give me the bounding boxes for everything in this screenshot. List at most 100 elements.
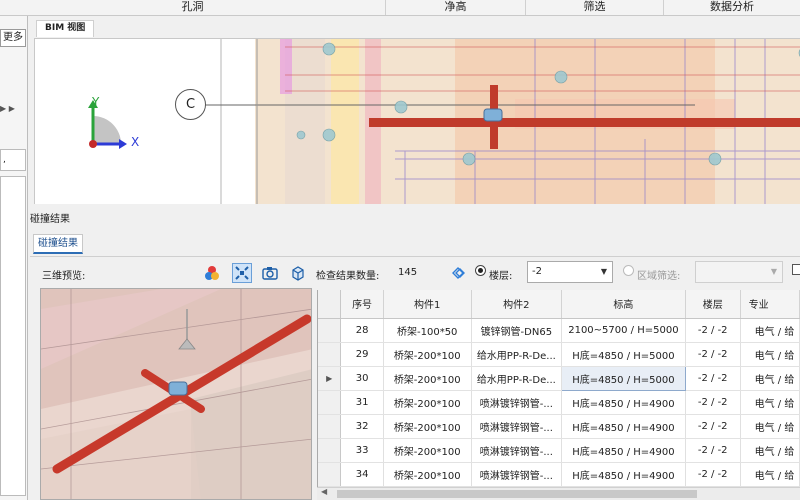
cell-discipline: 电气 / 给	[740, 366, 800, 391]
floor-select[interactable]: -2 ▼	[527, 261, 613, 283]
result-count-label: 检查结果数量:	[316, 271, 380, 282]
col-header-component2[interactable]: 构件2	[471, 290, 563, 319]
col-header-elevation[interactable]: 标高	[561, 290, 686, 319]
row-selector[interactable]	[318, 390, 342, 415]
collision-table: 序号 构件1 构件2 标高 楼层 专业 28 桥架-100*50 镀锌钢管-DN…	[317, 290, 800, 500]
horizontal-scrollbar[interactable]: ◀	[317, 487, 800, 500]
result-count-value: 145	[398, 267, 418, 278]
cell-discipline: 电气 / 给	[740, 390, 800, 415]
cell-index: 31	[340, 390, 384, 415]
tab-data-analysis[interactable]: 数据分析	[663, 0, 800, 15]
cell-component1: 桥架-200*100	[383, 342, 472, 367]
row-selector[interactable]	[318, 342, 342, 367]
isolate-view-icon[interactable]	[232, 263, 252, 283]
table-row-selected[interactable]: ▶ 30 桥架-200*100 给水用PP-R-De... H底=4850 / …	[318, 365, 800, 391]
cell-component1: 桥架-200*100	[383, 414, 472, 439]
tab-clear-height[interactable]: 净高	[385, 0, 525, 15]
color-scheme-icon[interactable]	[202, 263, 222, 283]
col-header-index[interactable]: 序号	[340, 290, 384, 319]
divider	[30, 256, 800, 257]
table-row[interactable]: 34 桥架-200*100 喷淋镀锌钢管-... H底=4850 / H=490…	[318, 462, 800, 487]
col-header-discipline[interactable]: 专业	[740, 290, 800, 319]
bim-view-tab[interactable]: BIM 视图	[36, 20, 94, 37]
table-row[interactable]: 32 桥架-200*100 喷淋镀锌钢管-... H底=4850 / H=490…	[318, 414, 800, 439]
cell-index: 33	[340, 438, 384, 463]
cell-component2: 喷淋镀锌钢管-...	[471, 390, 563, 415]
row-header-corner	[318, 290, 342, 319]
cell-floor: -2 / -2	[685, 390, 741, 415]
cell-component1: 桥架-200*100	[383, 366, 472, 391]
floor-radio[interactable]	[475, 265, 486, 276]
row-selector[interactable]	[318, 414, 342, 439]
tab-collision-results[interactable]: 碰撞结果	[33, 234, 83, 254]
cell-component2: 给水用PP-R-De...	[471, 366, 563, 391]
region-radio[interactable]	[623, 265, 634, 276]
left-side-panel: 更多 ▶ ▶ ,	[0, 16, 28, 500]
cell-component1: 桥架-200*100	[383, 390, 472, 415]
col-header-component1[interactable]: 构件1	[383, 290, 472, 319]
row-selector[interactable]	[318, 462, 342, 487]
axis-y-label: Y	[92, 95, 100, 109]
collision-toolbar: 三维预览: 检查结果数量: 145 楼层: -2 ▼ 区域筛选: ▼	[30, 260, 800, 286]
row-selector[interactable]	[318, 318, 342, 343]
cell-component1: 桥架-200*100	[383, 462, 472, 487]
cell-index: 30	[340, 366, 384, 391]
bim-view-canvas[interactable]: C Y X	[34, 38, 800, 204]
scroll-left-icon[interactable]: ◀	[321, 487, 327, 496]
row-selector[interactable]: ▶	[318, 366, 342, 391]
cell-discipline: 电气 / 给	[740, 462, 800, 487]
3d-preview[interactable]	[40, 288, 312, 500]
cell-component2: 喷淋镀锌钢管-...	[471, 462, 563, 487]
cell-index: 34	[340, 462, 384, 487]
axis-x-label: X	[131, 135, 140, 149]
double-chevron-icon[interactable]	[449, 263, 469, 283]
cube-view-icon[interactable]	[288, 263, 308, 283]
cell-component2: 喷淋镀锌钢管-...	[471, 414, 563, 439]
row-selector[interactable]	[318, 438, 342, 463]
floor-label: 楼层:	[489, 271, 513, 282]
nav-arrows-icon[interactable]: ▶ ▶	[0, 104, 15, 113]
cell-elevation: H底=4850 / H=4900	[561, 438, 686, 463]
col-header-floor[interactable]: 楼层	[685, 290, 741, 319]
cell-component2: 喷淋镀锌钢管-...	[471, 438, 563, 463]
cell-elevation: H底=4850 / H=4900	[561, 462, 686, 487]
scrollbar-thumb[interactable]	[337, 490, 697, 498]
collision-results-title: 碰撞结果	[30, 214, 70, 225]
region-select[interactable]: ▼	[695, 261, 783, 283]
camera-icon[interactable]	[260, 263, 280, 283]
cell-elevation: 2100~5700 / H=5000	[561, 318, 686, 343]
option-checkbox[interactable]	[792, 264, 800, 275]
cell-discipline: 电气 / 给	[740, 414, 800, 439]
cell-component1: 桥架-100*50	[383, 318, 472, 343]
cell-index: 28	[340, 318, 384, 343]
cell-elevation: H底=4850 / H=5000	[561, 365, 686, 391]
more-button[interactable]: 更多	[0, 29, 26, 47]
grid-marker: C	[175, 89, 206, 120]
cell-discipline: 电气 / 给	[740, 438, 800, 463]
tab-holes[interactable]: 孔洞	[0, 0, 385, 15]
cell-floor: -2 / -2	[685, 414, 741, 439]
table-row[interactable]: 33 桥架-200*100 喷淋镀锌钢管-... H底=4850 / H=490…	[318, 438, 800, 463]
cell-elevation: H底=4850 / H=4900	[561, 414, 686, 439]
left-list	[0, 176, 26, 496]
cell-floor: -2 / -2	[685, 318, 741, 343]
left-input[interactable]: ,	[0, 149, 26, 171]
table-row[interactable]: 29 桥架-200*100 给水用PP-R-De... H底=4850 / H=…	[318, 342, 800, 367]
cell-component2: 给水用PP-R-De...	[471, 342, 563, 367]
table-row[interactable]: 31 桥架-200*100 喷淋镀锌钢管-... H底=4850 / H=490…	[318, 390, 800, 415]
preview-label: 三维预览:	[42, 271, 86, 282]
cell-floor: -2 / -2	[685, 438, 741, 463]
cell-floor: -2 / -2	[685, 462, 741, 487]
cell-elevation: H底=4850 / H=5000	[561, 342, 686, 367]
cell-component2: 镀锌钢管-DN65	[471, 318, 563, 343]
table-row[interactable]: 28 桥架-100*50 镀锌钢管-DN65 2100~5700 / H=500…	[318, 318, 800, 343]
current-row-arrow-icon: ▶	[326, 373, 333, 383]
tab-filter[interactable]: 筛选	[525, 0, 663, 15]
cell-elevation: H底=4850 / H=4900	[561, 390, 686, 415]
cell-discipline: 电气 / 给	[740, 318, 800, 343]
top-tab-bar: 孔洞 净高 筛选 数据分析	[0, 0, 800, 16]
cell-discipline: 电气 / 给	[740, 342, 800, 367]
cell-index: 29	[340, 342, 384, 367]
cell-floor: -2 / -2	[685, 366, 741, 391]
region-label: 区域筛选:	[637, 271, 681, 282]
